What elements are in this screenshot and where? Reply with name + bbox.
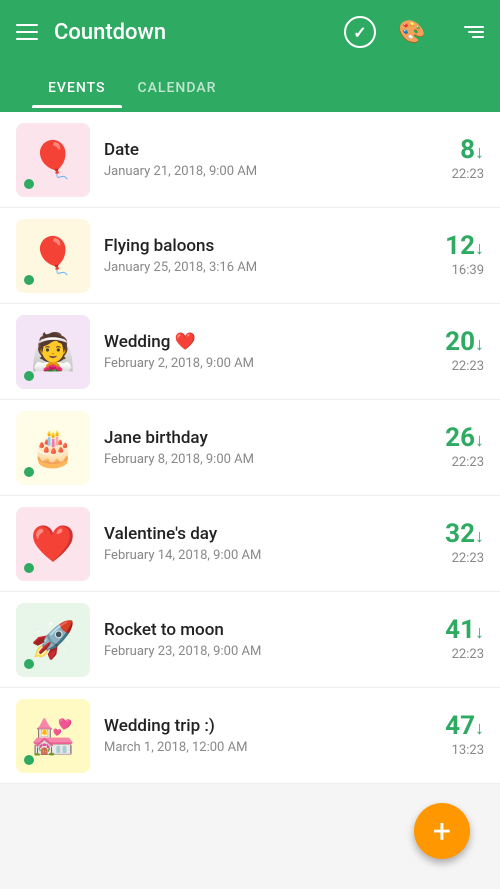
event-countdown: 32↓ 22:23 <box>420 521 484 566</box>
tab-bar: EVENTS CALENDAR <box>16 60 484 108</box>
event-date: January 25, 2018, 3:16 AM <box>104 260 420 275</box>
event-info: Rocket to moon February 23, 2018, 9:00 A… <box>104 620 420 659</box>
event-name: Wedding trip :) <box>104 716 420 736</box>
event-date: March 1, 2018, 12:00 AM <box>104 740 420 755</box>
event-info: Flying baloons January 25, 2018, 3:16 AM <box>104 236 420 275</box>
event-item-wedding-trip[interactable]: 💒 Wedding trip :) March 1, 2018, 12:00 A… <box>0 688 500 784</box>
event-emoji: ❤️ <box>31 523 76 565</box>
countdown-days: 26↓ <box>445 425 484 451</box>
event-name: Date <box>104 140 420 160</box>
event-thumbnail: 🎂 <box>16 411 90 485</box>
arrow-down-icon: ↓ <box>475 718 484 739</box>
event-thumbnail: 👰 <box>16 315 90 389</box>
event-emoji: 💒 <box>31 715 76 757</box>
event-date: January 21, 2018, 9:00 AM <box>104 164 420 179</box>
event-date: February 23, 2018, 9:00 AM <box>104 644 420 659</box>
countdown-time: 22:23 <box>452 167 484 182</box>
countdown-days: 32↓ <box>445 521 484 547</box>
countdown-time: 13:23 <box>452 743 484 758</box>
event-dot <box>24 467 34 477</box>
event-date: February 2, 2018, 9:00 AM <box>104 356 420 371</box>
event-countdown: 12↓ 16:39 <box>420 233 484 278</box>
event-dot <box>24 275 34 285</box>
event-thumbnail: ❤️ <box>16 507 90 581</box>
event-countdown: 47↓ 13:23 <box>420 713 484 758</box>
event-date: February 8, 2018, 9:00 AM <box>104 452 420 467</box>
countdown-time: 22:23 <box>452 647 484 662</box>
event-dot <box>24 755 34 765</box>
event-info: Valentine's day February 14, 2018, 9:00 … <box>104 524 420 563</box>
event-item-wedding[interactable]: 👰 Wedding ❤️ February 2, 2018, 9:00 AM 2… <box>0 304 500 400</box>
event-item-jane-birthday[interactable]: 🎂 Jane birthday February 8, 2018, 9:00 A… <box>0 400 500 496</box>
countdown-time: 22:23 <box>452 359 484 374</box>
event-date: February 14, 2018, 9:00 AM <box>104 548 420 563</box>
event-thumbnail: 🎈 <box>16 123 90 197</box>
event-info: Jane birthday February 8, 2018, 9:00 AM <box>104 428 420 467</box>
header: Countdown 🎨 EVENTS CALENDAR <box>0 0 500 112</box>
event-emoji: 🎈 <box>31 235 76 277</box>
event-thumbnail: 🚀 <box>16 603 90 677</box>
header-actions: 🎨 <box>344 14 484 50</box>
event-name: Jane birthday <box>104 428 420 448</box>
tab-calendar[interactable]: CALENDAR <box>122 68 233 108</box>
countdown-days: 12↓ <box>445 233 484 259</box>
add-event-button[interactable]: + <box>414 803 470 859</box>
event-item-rocket-to-moon[interactable]: 🚀 Rocket to moon February 23, 2018, 9:00… <box>0 592 500 688</box>
event-item-date[interactable]: 🎈 Date January 21, 2018, 9:00 AM 8↓ 22:2… <box>0 112 500 208</box>
event-dot <box>24 371 34 381</box>
palette-button[interactable]: 🎨 <box>394 14 430 50</box>
arrow-down-icon: ↓ <box>475 526 484 547</box>
event-emoji: 🎂 <box>31 427 76 469</box>
tab-events[interactable]: EVENTS <box>32 68 122 108</box>
countdown-time: 22:23 <box>452 551 484 566</box>
check-button[interactable] <box>344 16 376 48</box>
menu-button[interactable] <box>16 24 38 40</box>
countdown-days: 41↓ <box>445 617 484 643</box>
event-info: Date January 21, 2018, 9:00 AM <box>104 140 420 179</box>
countdown-time: 16:39 <box>452 263 484 278</box>
event-info: Wedding trip :) March 1, 2018, 12:00 AM <box>104 716 420 755</box>
event-item-valentines-day[interactable]: ❤️ Valentine's day February 14, 2018, 9:… <box>0 496 500 592</box>
event-dot <box>24 179 34 189</box>
countdown-time: 22:23 <box>452 455 484 470</box>
event-emoji: 🎈 <box>31 139 76 181</box>
event-thumbnail: 💒 <box>16 699 90 773</box>
event-countdown: 41↓ 22:23 <box>420 617 484 662</box>
event-dot <box>24 659 34 669</box>
event-name: Valentine's day <box>104 524 420 544</box>
sort-button[interactable] <box>448 14 484 50</box>
events-list: 🎈 Date January 21, 2018, 9:00 AM 8↓ 22:2… <box>0 112 500 784</box>
event-countdown: 8↓ 22:23 <box>420 137 484 182</box>
event-name: Wedding ❤️ <box>104 332 420 352</box>
event-emoji: 🚀 <box>31 619 76 661</box>
app-title: Countdown <box>54 20 344 45</box>
countdown-days: 8↓ <box>460 137 484 163</box>
arrow-down-icon: ↓ <box>475 430 484 451</box>
arrow-down-icon: ↓ <box>475 238 484 259</box>
event-emoji: 👰 <box>31 331 76 373</box>
arrow-down-icon: ↓ <box>475 622 484 643</box>
event-countdown: 20↓ 22:23 <box>420 329 484 374</box>
event-dot <box>24 563 34 573</box>
countdown-days: 47↓ <box>445 713 484 739</box>
event-name: Flying baloons <box>104 236 420 256</box>
event-name: Rocket to moon <box>104 620 420 640</box>
event-countdown: 26↓ 22:23 <box>420 425 484 470</box>
arrow-down-icon: ↓ <box>475 142 484 163</box>
countdown-days: 20↓ <box>445 329 484 355</box>
arrow-down-icon: ↓ <box>475 334 484 355</box>
event-info: Wedding ❤️ February 2, 2018, 9:00 AM <box>104 332 420 371</box>
event-thumbnail: 🎈 <box>16 219 90 293</box>
event-item-flying-baloons[interactable]: 🎈 Flying baloons January 25, 2018, 3:16 … <box>0 208 500 304</box>
